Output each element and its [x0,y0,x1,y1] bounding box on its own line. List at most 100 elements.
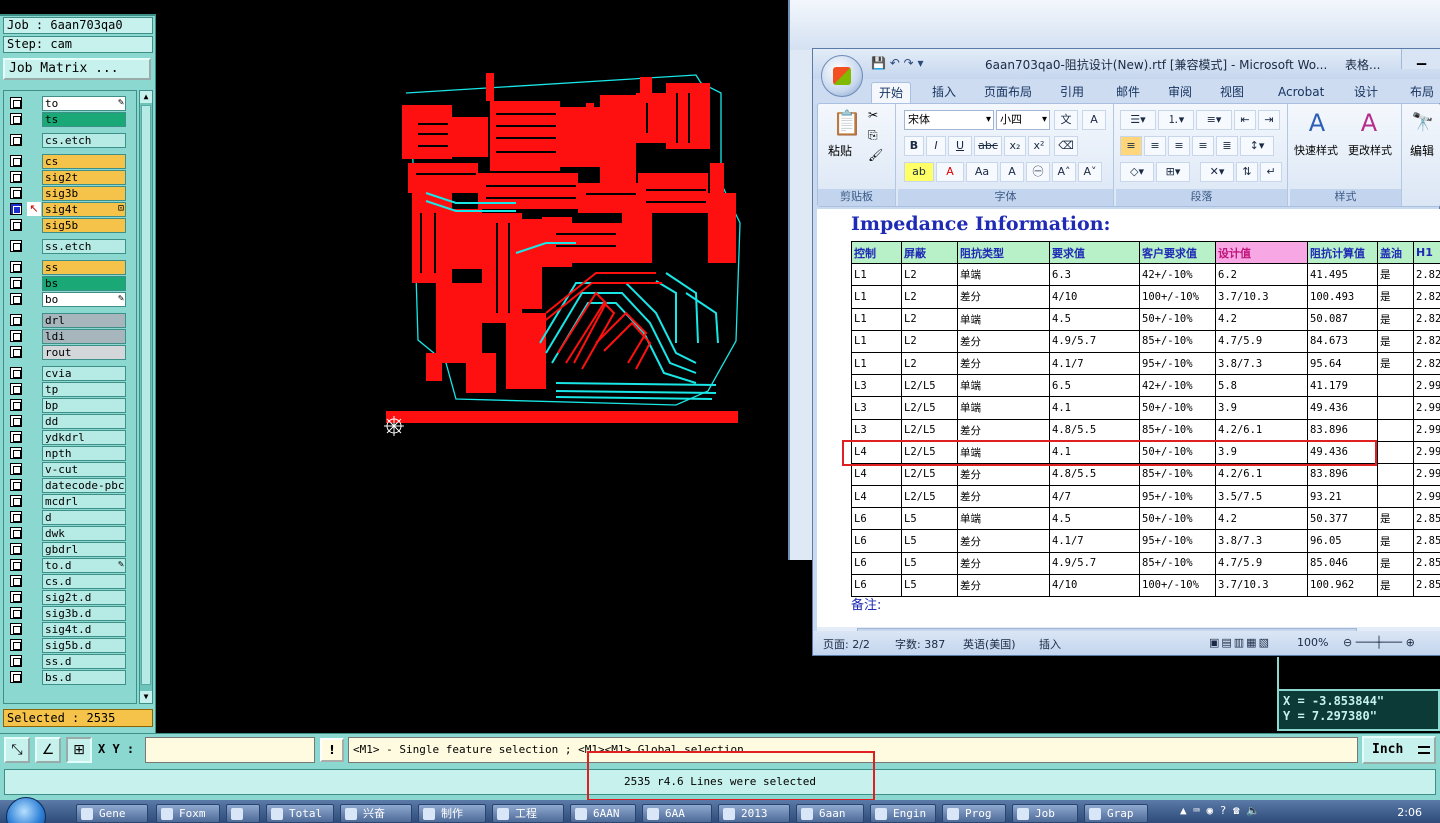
table-cell[interactable]: L5 [901,573,958,598]
show-marks-icon[interactable]: ↵ [1260,162,1282,182]
layer-name[interactable]: sig5b [42,218,126,233]
word-count[interactable]: 字数: 387 [895,636,945,652]
table-cell[interactable]: 6.3 [1049,263,1140,287]
layer-checkbox[interactable] [10,383,22,395]
view-buttons-icon[interactable]: ▣▤▥▦▧ [1209,636,1271,649]
layer-checkbox[interactable] [10,261,22,273]
table-cell[interactable]: 4.1/7 [1049,529,1140,553]
table-cell[interactable]: 4.7/5.9 [1215,329,1308,353]
table-cell[interactable]: L5 [901,507,958,531]
layer-name[interactable]: to.d [42,558,126,573]
zoom-slider[interactable]: ⊖ ───┼─── ⊕ [1343,636,1415,649]
table-cell[interactable]: 6.2 [1215,263,1308,287]
layer-row-cs.d[interactable]: cs.d [4,573,136,589]
table-cell[interactable]: 85+/-10% [1139,462,1216,487]
layer-name[interactable]: d [42,510,126,525]
layer-name[interactable]: bs [42,276,126,291]
layer-row-sig4t[interactable]: ↖ sig4t ⊡ [4,201,136,217]
layer-name[interactable]: ss.etch [42,239,126,254]
layer-checkbox[interactable] [10,655,22,667]
line-spacing-icon[interactable]: ↕▾ [1240,136,1274,156]
strikethrough-button[interactable]: abc [974,136,1002,156]
table-cell[interactable]: L2 [901,263,958,287]
layer-name[interactable]: ss.d [42,654,126,669]
italic-button[interactable]: I [926,136,946,156]
table-cell[interactable]: L5 [901,551,958,575]
layer-name[interactable]: bs.d [42,670,126,685]
layer-name[interactable]: sig5b.d [42,638,126,653]
change-styles-icon[interactable]: A [1354,108,1384,138]
layer-name[interactable]: cs.d [42,574,126,589]
layer-checkbox[interactable] [10,399,22,411]
taskbar-item[interactable]: Gene [76,804,148,823]
layer-checkbox[interactable] [10,134,22,146]
layer-row-cs.etch[interactable]: cs.etch [4,132,136,148]
table-cell[interactable]: 42+/-10% [1139,263,1216,287]
document-area[interactable]: Impedance Information: 控制 屏蔽 阻抗类型 要求值 客户要求值设… [817,209,1440,627]
align-left-icon[interactable]: ≡ [1120,136,1142,156]
table-cell[interactable]: 2.856 [1413,507,1440,531]
table-cell[interactable]: 4.9/5.7 [1049,329,1140,353]
table-cell[interactable]: 100+/-10% [1139,285,1216,309]
layer-row-mcdrl[interactable]: mcdrl [4,493,136,509]
table-cell[interactable]: 2.827 [1413,285,1440,309]
table-cell[interactable]: 2.856 [1413,529,1440,553]
table-cell[interactable]: 差分 [957,485,1050,509]
table-cell[interactable] [1377,418,1414,442]
table-cell[interactable]: 是 [1377,529,1414,553]
layer-row-bo[interactable]: bo ✎ [4,291,136,307]
layer-checkbox[interactable] [10,671,22,683]
layer-name[interactable]: ldi [42,329,126,344]
layer-name[interactable]: gbdrl [42,542,126,557]
table-cell[interactable]: 差分 [957,551,1050,575]
layer-checkbox[interactable] [10,591,22,603]
table-cell[interactable]: 单端 [957,307,1050,331]
layer-row-sig3b.d[interactable]: sig3b.d [4,605,136,621]
change-case-icon[interactable]: 文 [1054,110,1078,130]
layer-checkbox[interactable] [10,511,22,523]
xy-input[interactable] [145,737,315,763]
job-matrix-button[interactable]: Job Matrix ... [3,58,151,80]
insert-mode[interactable]: 插入 [1039,636,1061,652]
table-cell[interactable]: 4.2 [1215,507,1308,531]
table-cell[interactable] [1377,485,1414,509]
table-cell[interactable]: L3 [851,396,902,420]
table-cell[interactable]: 4.2/6.1 [1215,418,1308,442]
snap-grid-icon[interactable]: ⊞ [66,737,92,763]
table-cell[interactable]: 3.7/10.3 [1215,285,1308,309]
table-cell[interactable]: 是 [1377,507,1414,531]
tab-6[interactable]: 视图 [1213,82,1251,103]
layer-row-ss.etch[interactable]: ss.etch [4,238,136,254]
layer-name[interactable]: dwk [42,526,126,541]
layer-name[interactable]: drl [42,313,126,328]
layer-name[interactable]: sig4t [42,202,126,217]
layer-row-bp[interactable]: bp [4,397,136,413]
table-cell[interactable] [1377,440,1414,464]
table-cell[interactable]: 3.7/10.3 [1215,573,1308,598]
enclose-char-icon[interactable]: ㊀ [1026,162,1050,182]
change-styles-button[interactable]: 更改样式 [1348,142,1392,158]
layer-row-d[interactable]: d [4,509,136,525]
taskbar-item[interactable]: Engin [870,804,936,823]
table-cell[interactable]: 4.8/5.5 [1049,462,1140,487]
layer-name[interactable]: tp [42,382,126,397]
taskbar-item[interactable]: 工程 [492,804,564,823]
layer-checkbox[interactable] [10,113,22,125]
layer-row-ldi[interactable]: ldi [4,328,136,344]
table-cell[interactable]: 4.2/6.1 [1215,462,1308,487]
tab-0[interactable]: 开始 [871,82,912,103]
layer-row-to.d[interactable]: to.d ✎ [4,557,136,573]
table-cell[interactable]: L1 [851,285,902,309]
table-cell[interactable]: 95+/-10% [1139,529,1216,553]
table-cell[interactable]: L2 [901,285,958,309]
table-cell[interactable]: 83.896 [1307,462,1378,487]
layer-scrollbar[interactable]: ▲ ▼ [139,90,153,704]
layer-row-v-cut[interactable]: v-cut [4,461,136,477]
layer-row-drl[interactable]: drl [4,312,136,328]
table-cell[interactable]: 2.992 [1413,418,1440,442]
layer-checkbox[interactable] [10,155,22,167]
table-cell[interactable]: 6.5 [1049,374,1140,398]
layer-checkbox[interactable] [10,543,22,555]
tab-4[interactable]: 邮件 [1109,82,1147,103]
system-tray[interactable]: ▲ ⌨ ◉ ? ☎ 🔈 [1180,804,1370,822]
